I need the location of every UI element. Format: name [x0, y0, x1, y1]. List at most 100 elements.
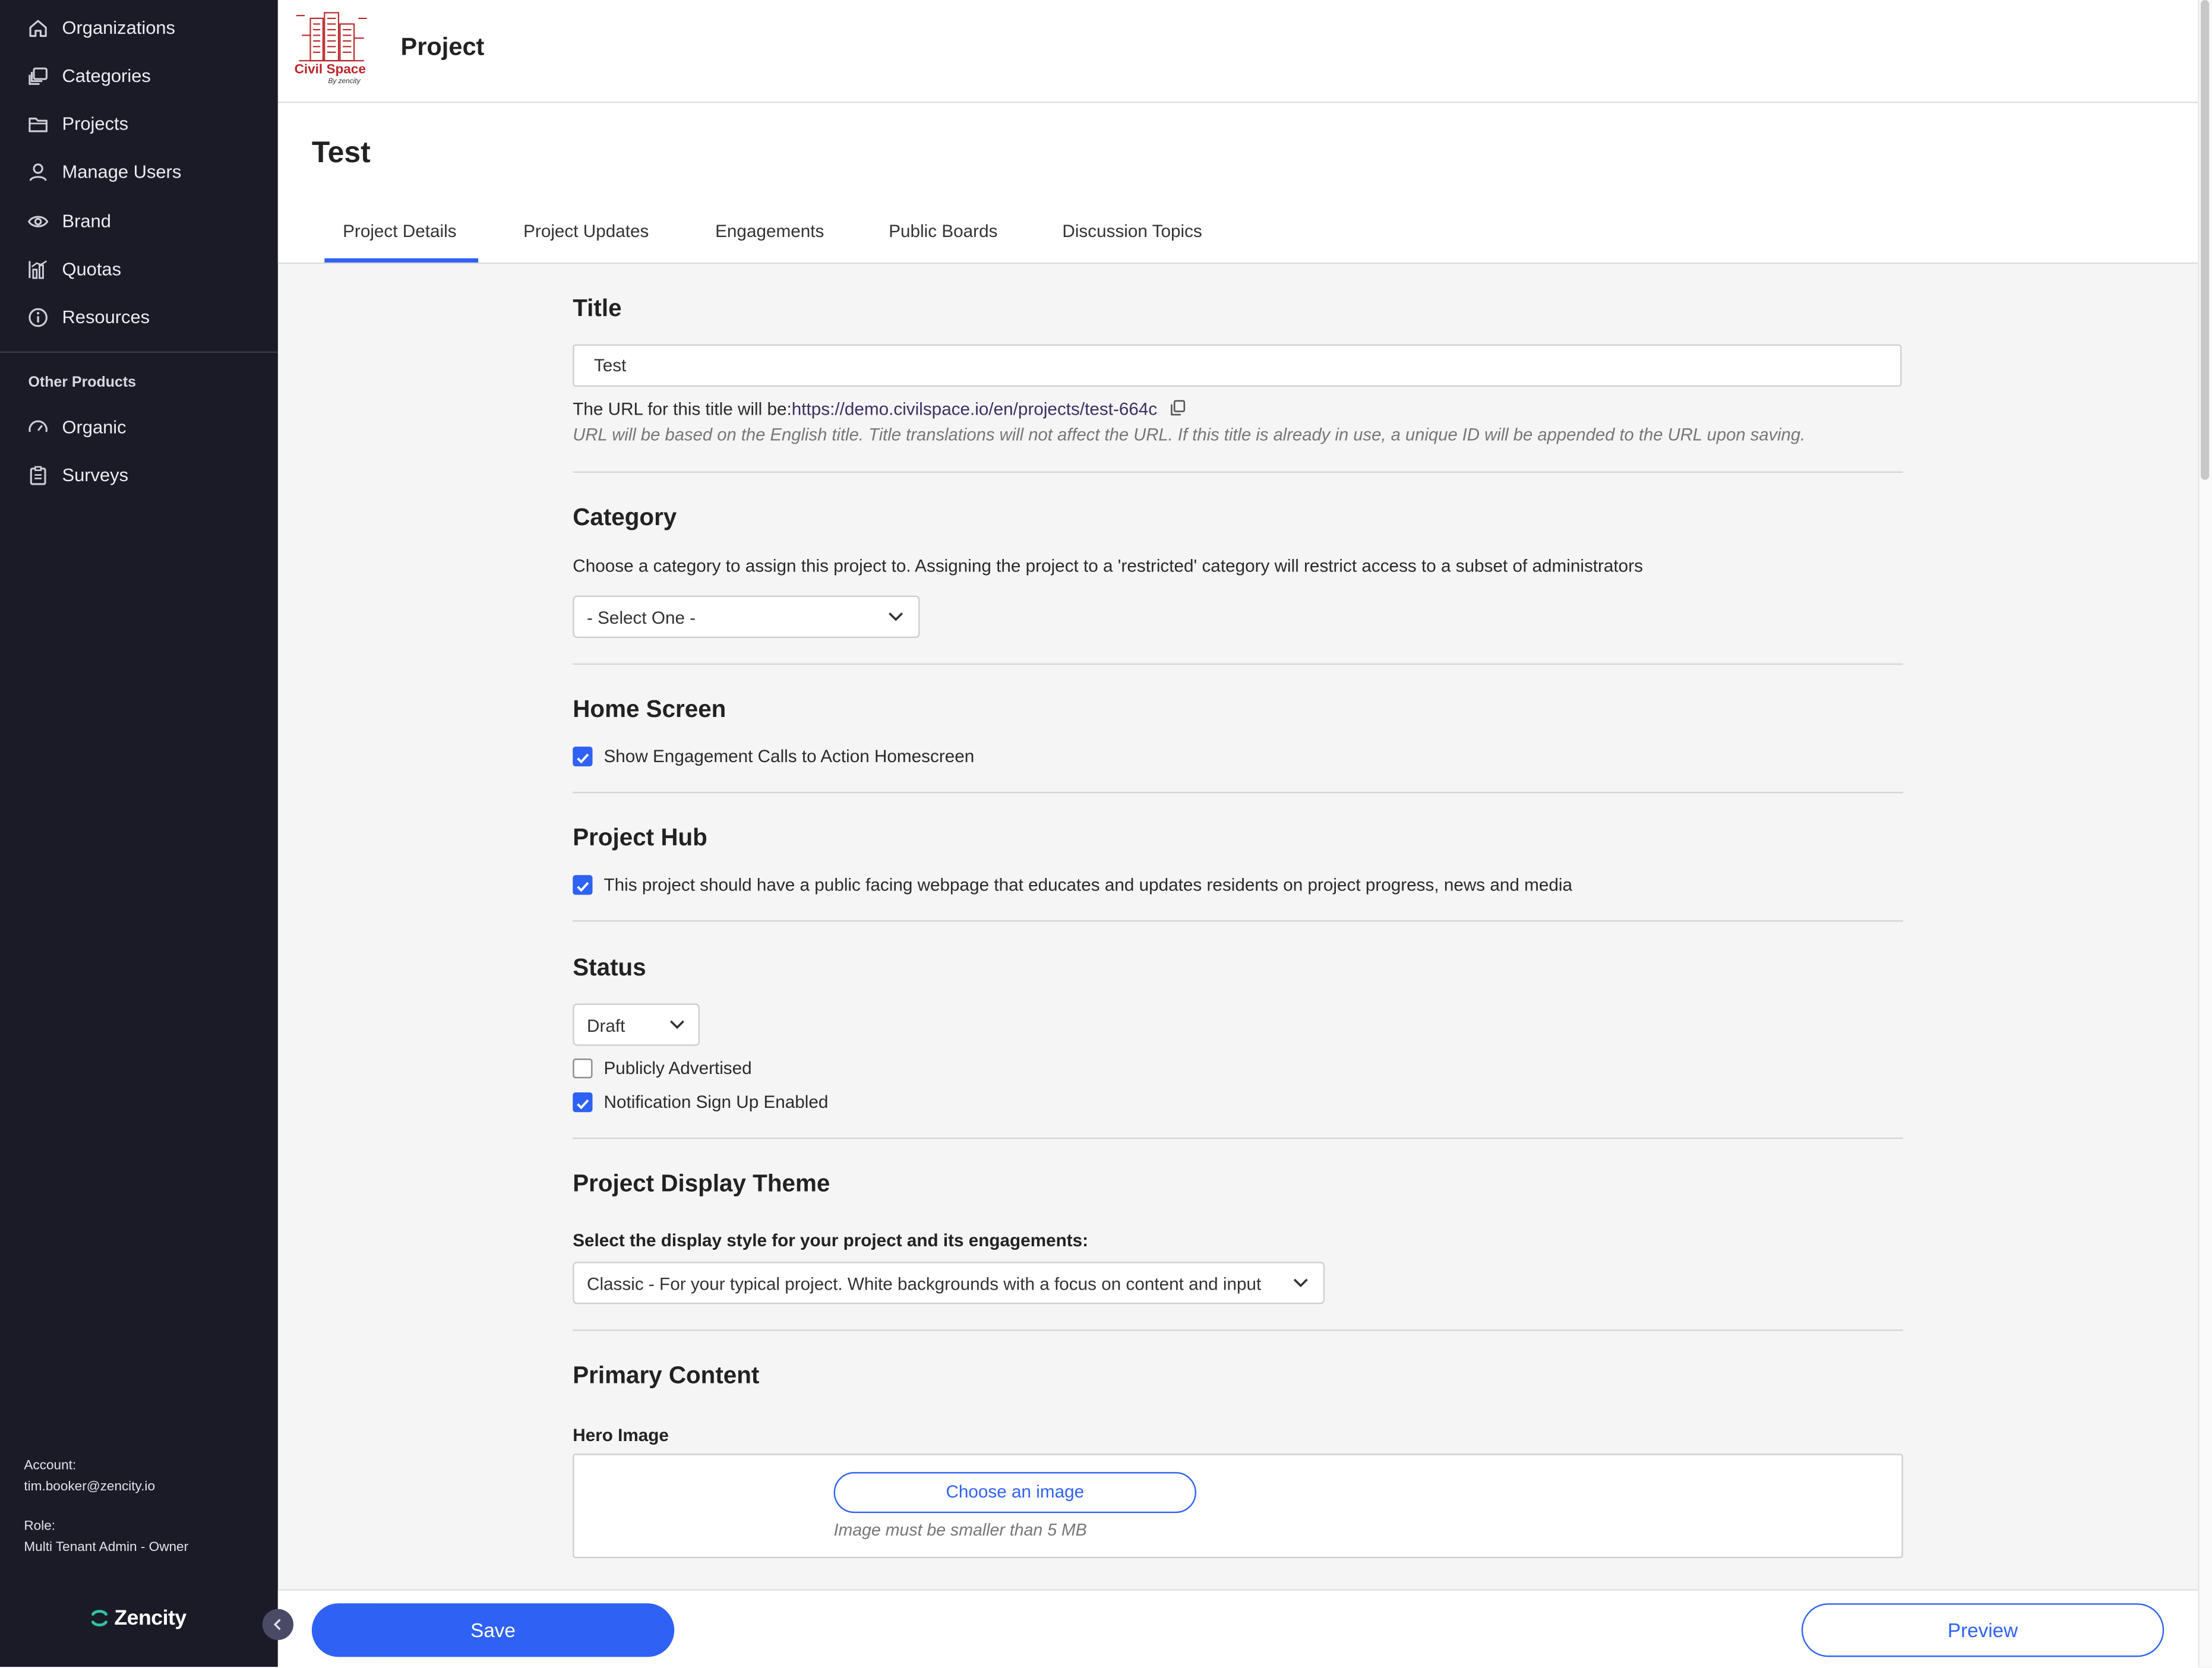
sidebar-item-manage-users[interactable]: Manage Users: [0, 151, 278, 193]
notification-signup-checkbox[interactable]: [573, 1092, 593, 1113]
primary-content-heading: Primary Content: [573, 1361, 760, 1389]
display-theme-heading: Project Display Theme: [573, 1170, 830, 1197]
sidebar-item-resources[interactable]: Resources: [0, 296, 278, 339]
publicly-advertised-label: Publicly Advertised: [603, 1059, 752, 1079]
url-preview: The URL for this title will be:https://d…: [573, 398, 1185, 419]
sidebar-item-label: Resources: [62, 306, 150, 328]
tab-project-details[interactable]: Project Details: [343, 222, 456, 241]
copy-icon[interactable]: [1169, 399, 1186, 416]
divider: [573, 920, 1903, 922]
sidebar-item-brand[interactable]: Brand: [0, 200, 278, 242]
category-selected-value: - Select One -: [587, 608, 696, 628]
tab-discussion-topics[interactable]: Discussion Topics: [1062, 222, 1202, 241]
sidebar-item-organic[interactable]: Organic: [0, 406, 278, 448]
sidebar-item-label: Projects: [62, 113, 129, 134]
sidebar-item-label: Categories: [62, 65, 151, 86]
footer-action-bar: Save Preview: [277, 1589, 2198, 1668]
title-input[interactable]: [573, 344, 1902, 387]
logo-subtext: By zencity: [328, 77, 361, 85]
image-size-note: Image must be smaller than 5 MB: [833, 1519, 1087, 1540]
project-hub-heading: Project Hub: [573, 824, 707, 851]
gauge-icon: [29, 420, 48, 432]
home-screen-checkbox-label: Show Engagement Calls to Action Homescre…: [603, 746, 975, 767]
other-products-heading: Other Products: [28, 374, 137, 391]
chevron-down-icon: [670, 1020, 684, 1029]
status-select[interactable]: Draft: [573, 1003, 700, 1046]
role-value: Multi Tenant Admin - Owner: [24, 1540, 189, 1556]
display-theme-prompt: Select the display style for your projec…: [573, 1230, 1089, 1251]
sidebar: Organizations Categories Projects Manage…: [0, 0, 278, 1667]
category-select[interactable]: - Select One -: [573, 595, 920, 638]
divider: [573, 1329, 1903, 1331]
status-heading: Status: [573, 954, 646, 981]
tab-project-updates[interactable]: Project Updates: [523, 222, 649, 241]
logo-text: Civil Space: [295, 62, 366, 77]
sidebar-item-label: Surveys: [62, 464, 129, 486]
home-screen-heading: Home Screen: [573, 696, 726, 723]
page-header: Test Project Details Project Updates Eng…: [277, 103, 2198, 264]
sidebar-item-label: Organic: [62, 416, 127, 438]
checkmark-icon: [577, 1099, 589, 1110]
status-selected-value: Draft: [587, 1016, 625, 1036]
notification-signup-label: Notification Sign Up Enabled: [603, 1092, 829, 1113]
divider: [573, 471, 1903, 473]
zencity-logo: Zencity: [90, 1606, 187, 1630]
clipboard-icon: [30, 466, 46, 485]
checkmark-icon: [577, 882, 589, 892]
display-theme-selected-value: Classic - For your typical project. Whit…: [587, 1274, 1262, 1294]
project-hub-checkbox-label: This project should have a public facing…: [603, 875, 1573, 895]
scrollbar-thumb[interactable]: [2201, 0, 2210, 480]
save-button[interactable]: Save: [311, 1603, 675, 1657]
zencity-wordmark: Zencity: [114, 1606, 187, 1631]
checkmark-icon: [577, 753, 589, 764]
civil-space-logo: Civil Space By zencity: [293, 7, 369, 86]
account-label: Account:: [24, 1458, 77, 1474]
folder-icon: [29, 118, 48, 132]
sidebar-item-categories[interactable]: Categories: [0, 55, 278, 97]
sidebar-item-label: Organizations: [62, 17, 176, 39]
choose-image-button[interactable]: Choose an image: [833, 1472, 1196, 1514]
project-url-link[interactable]: https://demo.civilspace.io/en/projects/t…: [792, 399, 1157, 419]
chevron-down-icon: [1293, 1278, 1308, 1288]
info-icon: [29, 308, 48, 327]
sidebar-item-surveys[interactable]: Surveys: [0, 454, 278, 497]
divider: [573, 663, 1903, 665]
eye-icon: [27, 216, 49, 228]
active-tab-indicator: [324, 258, 479, 263]
display-theme-select[interactable]: Classic - For your typical project. Whit…: [573, 1262, 1325, 1304]
role-label: Role:: [24, 1518, 56, 1534]
title-heading: Title: [573, 295, 622, 322]
divider: [573, 1138, 1903, 1139]
project-details-form: Title The URL for this title will be:htt…: [278, 263, 2198, 1589]
divider: [573, 791, 1903, 794]
sidebar-item-label: Brand: [62, 210, 111, 232]
sidebar-item-quotas[interactable]: Quotas: [0, 248, 278, 290]
category-description: Choose a category to assign this project…: [573, 556, 1643, 576]
account-email: tim.booker@zencity.io: [24, 1479, 155, 1495]
home-screen-checkbox[interactable]: [573, 746, 593, 767]
sidebar-item-label: Manage Users: [62, 160, 182, 182]
publicly-advertised-checkbox[interactable]: [573, 1059, 593, 1079]
sidebar-divider: [0, 351, 278, 353]
sidebar-item-projects[interactable]: Projects: [0, 103, 278, 145]
stack-icon: [29, 67, 48, 85]
tab-engagements[interactable]: Engagements: [715, 222, 824, 241]
app-title: Project: [400, 32, 485, 61]
project-hub-checkbox[interactable]: [573, 875, 593, 895]
sidebar-item-label: Quotas: [62, 258, 122, 280]
bar-chart-icon: [29, 260, 48, 279]
home-icon: [29, 20, 47, 37]
sidebar-item-organizations[interactable]: Organizations: [0, 7, 278, 49]
category-heading: Category: [573, 504, 677, 531]
zencity-mark-icon: [91, 1610, 108, 1627]
hero-image-label: Hero Image: [573, 1425, 669, 1446]
preview-button[interactable]: Preview: [1801, 1603, 2164, 1657]
chevron-down-icon: [889, 612, 903, 621]
top-header: Civil Space By zencity Project: [277, 0, 2198, 103]
hero-image-dropzone[interactable]: Choose an image Image must be smaller th…: [573, 1454, 1903, 1559]
tab-public-boards[interactable]: Public Boards: [889, 222, 997, 241]
url-note: URL will be based on the English title. …: [573, 425, 1806, 445]
url-prefix: The URL for this title will be:: [573, 399, 792, 419]
user-icon: [29, 163, 47, 181]
collapse-sidebar-button[interactable]: [262, 1609, 293, 1640]
